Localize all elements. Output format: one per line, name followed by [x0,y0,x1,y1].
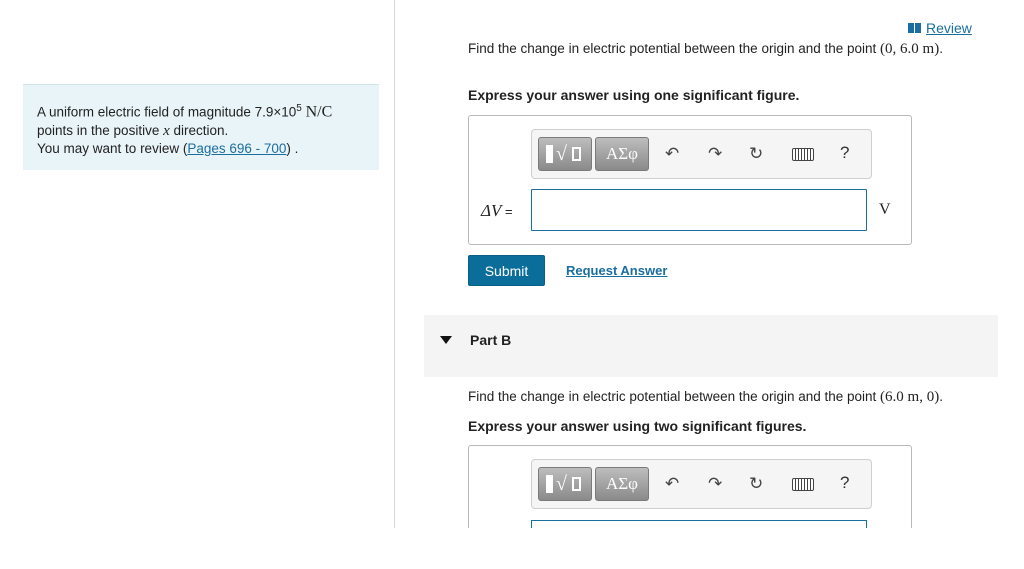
part-b-question-end: . [939,389,943,404]
part-b-instruction: Express your answer using two significan… [468,418,807,434]
problem-line2-end: direction. [169,122,229,138]
page-bottom [0,528,1024,569]
review-link[interactable]: Review [908,20,972,36]
review-prefix: You may want to review ( [37,140,188,156]
problem-line2-text: points in the positive [37,122,164,138]
undo-icon[interactable]: ↶ [665,144,679,164]
part-a-question-text: Find the change in electric potential be… [468,41,881,56]
help-button[interactable]: ? [840,143,849,163]
field-unit: N/C [305,103,333,121]
review-suffix: ) . [286,140,299,156]
templates-button-b[interactable]: √ [538,467,592,501]
math-toolbar-b: √ ΑΣφ ↶ ↷ ↻ ? [531,459,872,509]
book-icon [908,22,922,34]
part-a-instruction: Express your answer using one significan… [468,87,800,103]
collapse-caret-icon[interactable] [440,336,452,344]
redo-icon[interactable]: ↷ [708,474,722,494]
problem-statement: A uniform electric field of magnitude 7.… [23,84,379,170]
direction-variable: x [163,122,170,139]
review-label: Review [926,20,972,36]
problem-line-2: points in the positive x direction. [37,122,365,140]
undo-icon[interactable]: ↶ [665,474,679,494]
keyboard-icon[interactable] [792,478,814,491]
part-a-question-end: . [939,41,943,56]
part-b-question: Find the change in electric potential be… [468,389,943,406]
part-a-question: Find the change in electric potential be… [468,41,943,58]
part-b-question-text: Find the change in electric potential be… [468,389,881,404]
request-answer-link[interactable]: Request Answer [566,263,667,278]
pane-divider [394,0,395,528]
equals-sign: = [501,204,513,219]
problem-line-1: A uniform electric field of magnitude 7.… [37,100,365,122]
problem-intro-text: A uniform electric field of magnitude 7.… [37,104,297,120]
symbols-button[interactable]: ΑΣφ [595,137,649,171]
templates-icon: √ [544,472,586,496]
answer-input[interactable] [531,189,867,231]
redo-icon[interactable]: ↷ [708,144,722,164]
answer-unit: V [879,201,891,218]
keyboard-icon[interactable] [792,148,814,161]
problem-line-3: You may want to review (Pages 696 - 700)… [37,140,365,158]
exponent: 5 [296,103,302,114]
delta-v-symbol: ΔV [481,201,502,220]
part-b-point: (6.0 m, 0) [880,389,940,405]
part-b-title[interactable]: Part B [470,332,511,348]
symbols-button-b[interactable]: ΑΣφ [595,467,649,501]
answer-row: ΔV = V [481,189,901,231]
answer-label: ΔV = [481,201,513,221]
submit-button[interactable]: Submit [468,255,545,286]
templates-button[interactable]: √ [538,137,592,171]
math-toolbar: √ ΑΣφ ↶ ↷ ↻ ? [531,129,872,179]
reset-icon[interactable]: ↻ [749,474,763,494]
pages-link[interactable]: Pages 696 - 700 [187,141,286,156]
reset-icon[interactable]: ↻ [749,144,763,164]
problem-pane: A uniform electric field of magnitude 7.… [0,0,394,528]
templates-icon: √ [544,142,586,166]
help-button-b[interactable]: ? [840,473,849,493]
part-a-point: (0, 6.0 m) [880,41,940,57]
part-a-answer-box: √ ΑΣφ ↶ ↷ ↻ ? ΔV = V [468,115,912,245]
